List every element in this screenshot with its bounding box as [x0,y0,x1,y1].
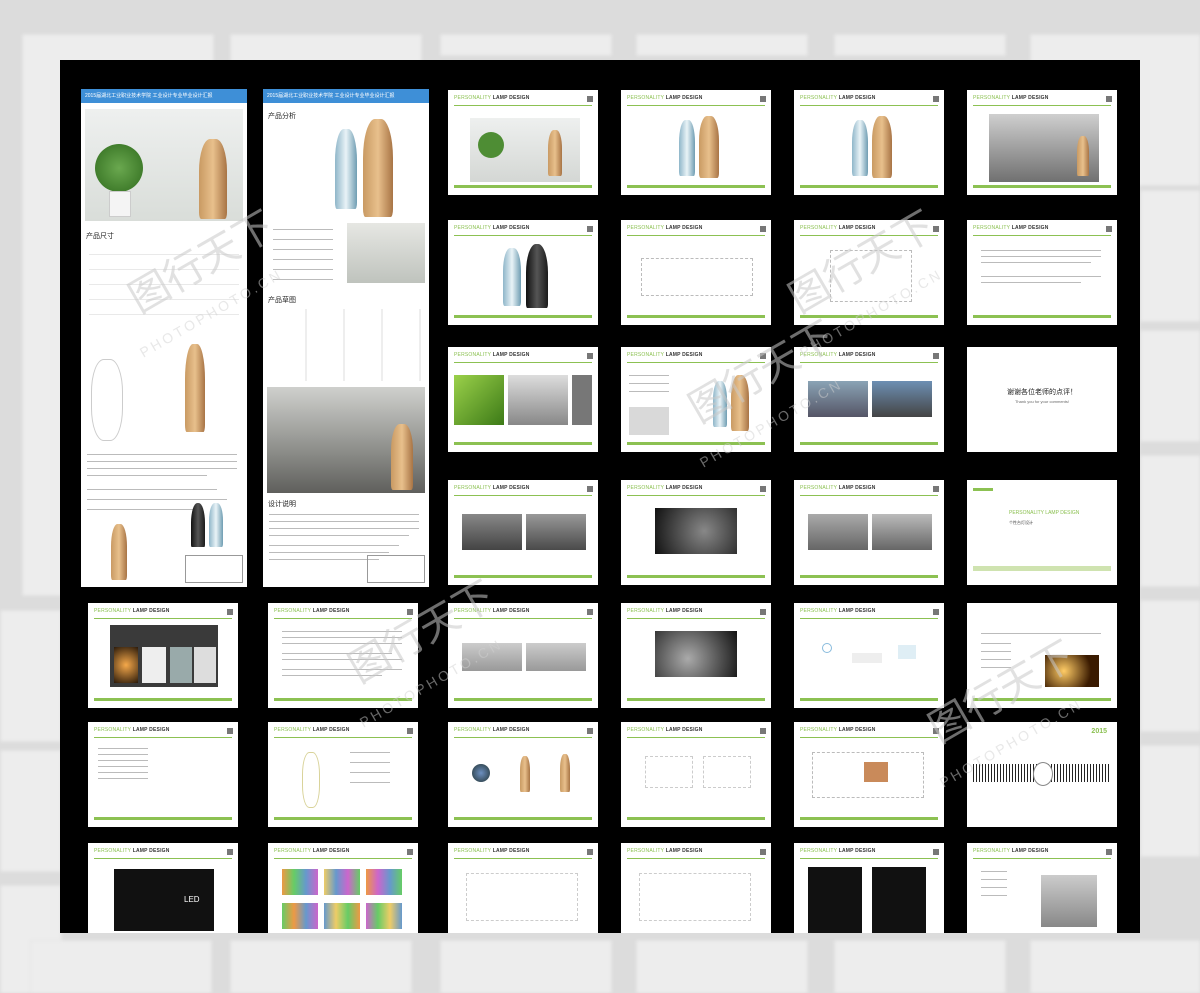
slide-13[interactable]: PERSONALITY LAMP DESIGN [448,480,598,585]
slide-28-barcode[interactable]: 2015 [967,722,1117,827]
slide-23[interactable]: PERSONALITY LAMP DESIGN [88,722,238,827]
slide-27[interactable]: PERSONALITY LAMP DESIGN [794,722,944,827]
lamp-black-pair [191,503,205,547]
poster-left-title: 2015届湖北工业职业技术学院 工业设计专业毕业设计汇报 [81,89,247,103]
slide-30[interactable]: PERSONALITY LAMP DESIGN [268,843,418,933]
slide-31[interactable]: PERSONALITY LAMP DESIGN [448,843,598,933]
lamp-small [111,524,127,580]
slide-34[interactable]: PERSONALITY LAMP DESIGN [967,843,1117,933]
logo-box-right [367,555,425,583]
poster-right: 2015届湖北工业职业技术学院 工业设计专业毕业设计汇报 产品分析 产品草图 设… [263,89,429,587]
slide-17[interactable]: PERSONALITY LAMP DESIGN [88,603,238,708]
slide-2[interactable]: PERSONALITY LAMP DESIGN [621,90,771,195]
slide-33[interactable]: PERSONALITY LAMP DESIGN [794,843,944,933]
slide-14[interactable]: PERSONALITY LAMP DESIGN [621,480,771,585]
slide-26[interactable]: PERSONALITY LAMP DESIGN [621,722,771,827]
slide-18[interactable]: PERSONALITY LAMP DESIGN [268,603,418,708]
section-sketch: 产品草图 [268,297,296,304]
slide-5[interactable]: PERSONALITY LAMP DESIGN [448,220,598,325]
slide-29[interactable]: PERSONALITY LAMP DESIGN LED [88,843,238,933]
plant-pot [109,191,131,217]
logo-box [185,555,243,583]
slide-15[interactable]: PERSONALITY LAMP DESIGN [794,480,944,585]
section-desc: 设计说明 [268,501,296,508]
thanks-subtitle: Thank you for your comments! [1014,399,1070,404]
section-size: 产品尺寸 [86,233,114,240]
thanks-title: 谢谢各位老师的点评！ [1007,389,1077,396]
slide-6[interactable]: PERSONALITY LAMP DESIGN [621,220,771,325]
slide-12-thanks[interactable]: 谢谢各位老师的点评！ Thank you for your comments! [967,347,1117,452]
slide-20[interactable]: PERSONALITY LAMP DESIGN [621,603,771,708]
lamp-wood-render [363,119,393,217]
sketch-area [269,309,425,381]
slide-8[interactable]: PERSONALITY LAMP DESIGN [967,220,1117,325]
slide-4[interactable]: PERSONALITY LAMP DESIGN [967,90,1117,195]
lamp-photo [199,139,227,219]
cover-title: PERSONALITY LAMP DESIGN [1009,510,1080,516]
slide-24[interactable]: PERSONALITY LAMP DESIGN [268,722,418,827]
led-label: LED [184,895,200,904]
slide-21[interactable]: PERSONALITY LAMP DESIGN [794,603,944,708]
slide-16-cover[interactable]: PERSONALITY LAMP DESIGN 个性台灯设计 [967,480,1117,585]
lamp-scene [391,424,413,490]
poster-right-title: 2015届湖北工业职业技术学院 工业设计专业毕业设计汇报 [263,89,429,103]
slide-32[interactable]: PERSONALITY LAMP DESIGN [621,843,771,933]
figure-sketch [91,359,123,441]
cover-subtitle: 个性台灯设计 [1009,520,1033,525]
slide-9[interactable]: PERSONALITY LAMP DESIGN [448,347,598,452]
presentation-board: 2015届湖北工业职业技术学院 工业设计专业毕业设计汇报 产品尺寸 2015届湖… [60,60,1140,933]
slide-22[interactable] [967,603,1117,708]
lamp-blue-render [335,129,357,209]
section-analysis: 产品分析 [268,113,296,120]
interior-photo [347,223,425,283]
lamp-side [185,344,205,432]
slide-1[interactable]: PERSONALITY LAMP DESIGN [448,90,598,195]
lamp-blue-pair [209,503,223,547]
year-label: 2015 [1091,728,1107,735]
slide-3[interactable]: PERSONALITY LAMP DESIGN [794,90,944,195]
slide-25[interactable]: PERSONALITY LAMP DESIGN [448,722,598,827]
plant [95,144,143,192]
